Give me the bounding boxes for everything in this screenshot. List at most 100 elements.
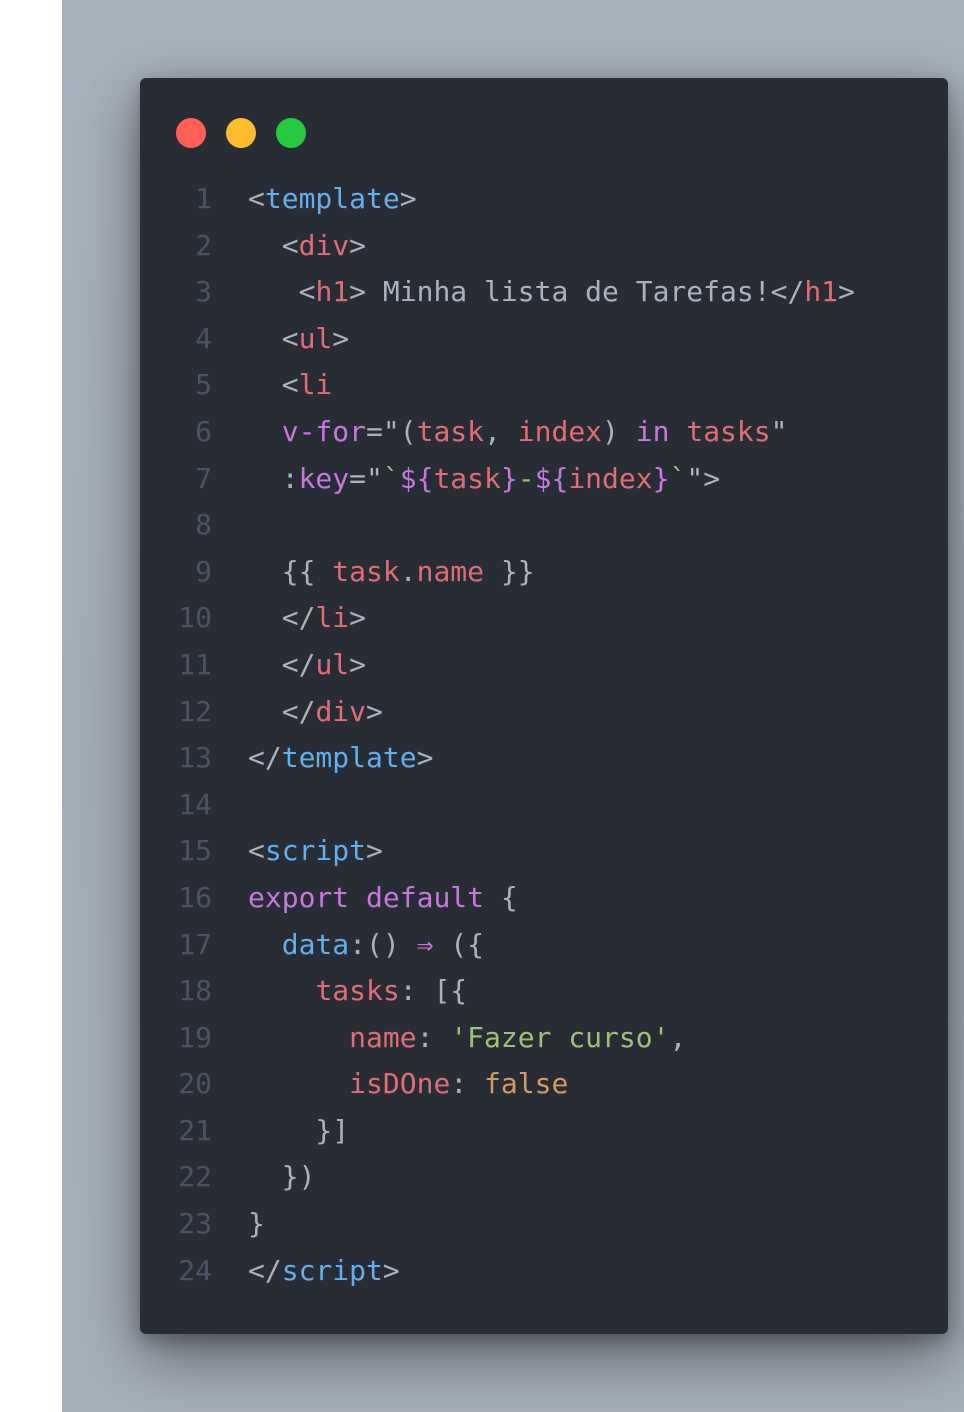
window-controls	[176, 118, 306, 148]
code-token: index	[517, 414, 603, 448]
code-line: 10 </li>	[140, 595, 948, 642]
code-token: export	[248, 880, 350, 914]
code-token: :()	[349, 927, 417, 961]
code-token: li	[315, 601, 350, 635]
code-token: .	[399, 554, 417, 588]
line-number: 14	[178, 787, 212, 821]
code-token: >	[349, 275, 383, 309]
code-line: 7 :key="`${task}-${index}`">	[140, 456, 948, 503]
code-token: "	[770, 414, 788, 448]
line-number: 19	[178, 1020, 212, 1054]
line-number: 21	[178, 1113, 212, 1147]
code-token: >	[349, 647, 367, 681]
code-text: data:() ⇒ ({	[248, 922, 484, 969]
code-text: </div>	[248, 689, 383, 736]
minimize-dot-icon[interactable]	[226, 118, 256, 148]
code-token: task	[332, 554, 400, 588]
line-number: 12	[178, 694, 212, 728]
code-token: }	[500, 461, 518, 495]
code-text: :key="`${task}-${index}`">	[248, 456, 720, 503]
code-token: -	[517, 461, 535, 495]
line-number: 16	[178, 880, 212, 914]
code-token: ul	[315, 647, 350, 681]
line-number: 2	[195, 228, 212, 262]
code-token: </	[770, 275, 805, 309]
code-text: tasks: [{	[248, 968, 467, 1015]
code-text: </li>	[248, 595, 366, 642]
code-token: v-for	[281, 414, 367, 448]
code-token: task	[416, 414, 485, 448]
code-token: </	[248, 694, 316, 728]
code-token: script	[281, 1253, 383, 1287]
code-text: <ul>	[248, 316, 349, 363]
line-number: 13	[178, 741, 212, 775]
code-text: </ul>	[248, 642, 366, 689]
maximize-dot-icon[interactable]	[276, 118, 306, 148]
code-text: <script>	[248, 828, 383, 875]
line-number: 8	[195, 508, 212, 542]
code-token: ({	[433, 927, 485, 961]
code-line: 16 export default {	[140, 875, 948, 922]
code-line: 13 </template>	[140, 735, 948, 782]
code-token: isDOne	[349, 1067, 451, 1101]
code-token: >	[838, 275, 855, 309]
code-line: 15 <script>	[140, 828, 948, 875]
code-token: </	[248, 601, 316, 635]
code-text: <h1> Minha lista de Tarefas!</h1>	[248, 269, 855, 316]
line-number: 7	[195, 461, 212, 495]
code-line: 17 data:() ⇒ ({	[140, 922, 948, 969]
code-line: 2 <div>	[140, 223, 948, 270]
code-text: }]	[248, 1108, 349, 1155]
code-token: )	[602, 414, 636, 448]
code-token: })	[248, 1160, 316, 1194]
code-token: `	[669, 461, 687, 495]
line-number: 5	[195, 368, 212, 402]
code-block: 1 <template> 2 <div> 3 <h1> Minha lista de …	[140, 176, 948, 1294]
code-token: {{	[248, 554, 333, 588]
code-token: template	[281, 741, 417, 775]
code-token: name	[349, 1020, 417, 1054]
code-line: 18 tasks: [{	[140, 968, 948, 1015]
code-token: `	[382, 461, 400, 495]
code-token: index	[568, 461, 653, 495]
code-line: 6 v-for="(task, index) in tasks"	[140, 409, 948, 456]
code-token: tasks	[315, 974, 400, 1008]
code-token: ,	[669, 1020, 687, 1054]
close-dot-icon[interactable]	[176, 118, 206, 148]
line-number: 11	[178, 647, 212, 681]
code-line: 1 <template>	[140, 176, 948, 223]
code-token: ">	[686, 461, 721, 495]
line-number: 4	[195, 321, 212, 355]
code-token: <	[248, 368, 299, 402]
code-text: }	[248, 1201, 265, 1248]
code-line: 22 })	[140, 1154, 948, 1201]
line-number: 17	[178, 927, 212, 961]
code-token: }}	[484, 554, 535, 588]
code-text: <template>	[248, 176, 417, 223]
code-token: </	[248, 1253, 282, 1287]
code-token: 'Fazer curso'	[450, 1020, 670, 1054]
code-token: default	[366, 880, 485, 914]
code-token: template	[264, 182, 400, 215]
code-line: 20 isDOne: false	[140, 1061, 948, 1108]
code-token: ="	[349, 461, 383, 495]
code-token: ul	[298, 321, 333, 355]
code-token: :	[248, 461, 299, 495]
code-token: in	[635, 414, 670, 448]
code-line: 8	[140, 502, 948, 549]
code-token: task	[433, 461, 501, 495]
code-text: </template>	[248, 735, 433, 782]
code-token: :	[450, 1067, 485, 1101]
code-token: }	[652, 461, 670, 495]
code-text: isDOne: false	[248, 1061, 568, 1108]
code-token: div	[298, 228, 350, 262]
code-token: >	[349, 601, 367, 635]
code-token: false	[484, 1067, 569, 1101]
code-token: Minha lista de Tarefas!	[382, 275, 771, 309]
